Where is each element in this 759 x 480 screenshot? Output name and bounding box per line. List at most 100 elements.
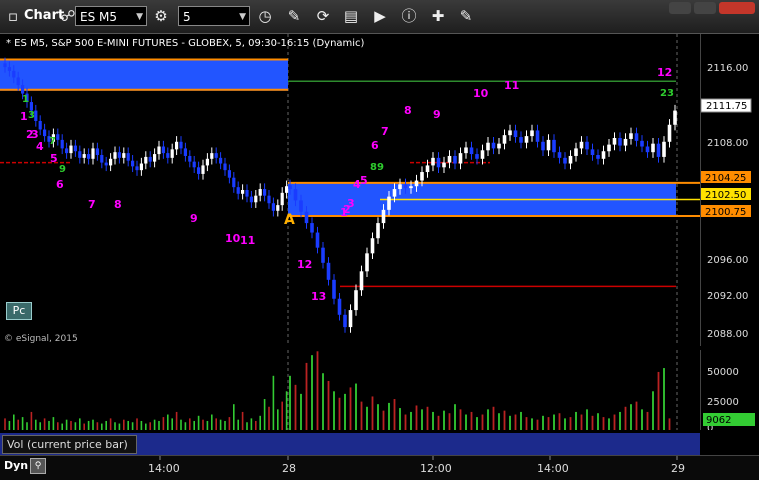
candle-body — [161, 146, 165, 154]
candle-body — [16, 77, 20, 86]
volume-bar — [167, 414, 169, 430]
candle-body — [563, 157, 567, 164]
template-icon[interactable]: ▤ — [341, 6, 361, 26]
crosshair-icon[interactable]: ✚ — [428, 6, 448, 26]
candle-body — [227, 170, 231, 178]
zoom-icon[interactable]: ⚲ — [30, 458, 46, 474]
volume-bar — [635, 401, 638, 430]
volume-bar — [87, 420, 90, 430]
play-icon[interactable]: ▶ — [370, 6, 390, 26]
volume-bar — [61, 423, 63, 430]
volume-bar — [215, 418, 217, 430]
candle-body — [359, 271, 364, 291]
count-label: 10 — [225, 232, 241, 245]
volume-bar — [162, 417, 165, 430]
volume-bar — [259, 415, 261, 430]
volume-bar — [437, 415, 440, 430]
candle-body — [188, 155, 192, 162]
time-tick: 29 — [671, 462, 685, 475]
candle-body — [458, 153, 463, 164]
volume-bar — [175, 411, 178, 430]
volume-bar — [233, 404, 235, 430]
volume-bar — [105, 420, 107, 430]
count-label: 10 — [473, 87, 489, 100]
setup-count-label: 89 — [370, 162, 384, 173]
hint-icon[interactable]: ⓘ — [399, 6, 419, 26]
volume-bar — [255, 420, 257, 430]
candle-body — [387, 196, 391, 210]
count-label: 8 — [114, 198, 122, 211]
time-axis: 14:00 28 12:00 14:00 29 — [0, 455, 759, 480]
candle-body — [315, 232, 320, 248]
volume-bar — [118, 423, 121, 430]
volume-bar — [189, 418, 191, 430]
count-label: 5 — [50, 152, 58, 165]
price-chart[interactable]: 1234567 8910 1112131234 5678 91011121379 8923… — [0, 34, 700, 346]
count-label: 7 — [381, 125, 389, 138]
candle-body — [43, 129, 47, 137]
setup-count-label: 23 — [660, 88, 674, 99]
volume-bar — [250, 418, 253, 430]
interval-select[interactable]: 5 ▼ — [178, 6, 250, 26]
count-label: 5 — [360, 174, 368, 187]
edit-icon[interactable]: ✎ — [456, 6, 476, 26]
candle-body — [475, 154, 479, 159]
volume-bar — [277, 409, 279, 430]
close-button[interactable] — [719, 2, 755, 14]
candle-body — [343, 314, 347, 328]
volume-bar — [145, 423, 147, 430]
candle-body — [486, 142, 490, 151]
candle-body — [87, 154, 91, 159]
candle-body — [21, 85, 25, 94]
setup-count-label: 1 — [22, 94, 29, 105]
candle-body — [258, 189, 262, 196]
candle-body — [126, 153, 130, 161]
maximize-button[interactable] — [694, 2, 716, 14]
volume-bar — [569, 417, 572, 430]
pc-button[interactable]: Pc — [6, 302, 32, 320]
volume-chart[interactable] — [0, 350, 700, 430]
level-lower-label: 2100.75 — [705, 207, 746, 218]
candle-body — [153, 154, 157, 162]
volume-bar — [74, 422, 77, 430]
volume-bar — [127, 420, 129, 430]
volume-bar — [83, 423, 85, 430]
candle-body — [249, 196, 253, 203]
volume-bar — [668, 418, 671, 430]
volume-bar — [211, 414, 213, 430]
volume-study-label[interactable]: Vol (current price bar) — [2, 435, 137, 454]
symbol-select[interactable]: ES M5 ▼ — [75, 6, 147, 26]
volume-bar — [193, 420, 195, 430]
count-label: 6 — [56, 178, 64, 191]
price-tick: 2096.00 — [707, 255, 748, 266]
candle-body — [95, 148, 99, 156]
toolbar: ▫ Chart ☍ ES M5 ▼ ⚙ 5 ▼ ◷ ✎ ⟳ ▤ ▶ ⓘ ✚ ✎ — [0, 0, 759, 34]
volume-bar — [432, 411, 434, 430]
volume-bar — [652, 391, 654, 430]
candle-body — [232, 177, 236, 188]
count-label: 11 — [240, 234, 255, 247]
refresh-icon[interactable]: ⟳ — [313, 6, 333, 26]
pencil-icon[interactable]: ✎ — [284, 6, 304, 26]
volume-bar — [542, 415, 544, 430]
candle-body — [425, 165, 430, 173]
volume-bar — [509, 415, 511, 430]
volume-bar — [13, 414, 15, 430]
volume-bar — [327, 380, 330, 430]
volume-bar — [487, 409, 489, 430]
candle-body — [38, 120, 42, 130]
volume-bar — [525, 417, 528, 430]
volume-bar — [630, 404, 632, 430]
minimize-button[interactable] — [669, 2, 691, 14]
volume-bar — [17, 419, 19, 430]
candle-body — [469, 147, 474, 155]
volume-bar — [371, 396, 374, 430]
candle-body — [464, 147, 468, 154]
price-tick: 2092.00 — [707, 291, 748, 302]
candle-body — [276, 205, 280, 211]
candle-body — [293, 189, 298, 201]
settings-gear-icon[interactable]: ⚙ — [151, 6, 171, 26]
clock-icon[interactable]: ◷ — [255, 6, 275, 26]
volume-bar — [237, 419, 239, 430]
price-tick: 2108.00 — [707, 138, 748, 149]
